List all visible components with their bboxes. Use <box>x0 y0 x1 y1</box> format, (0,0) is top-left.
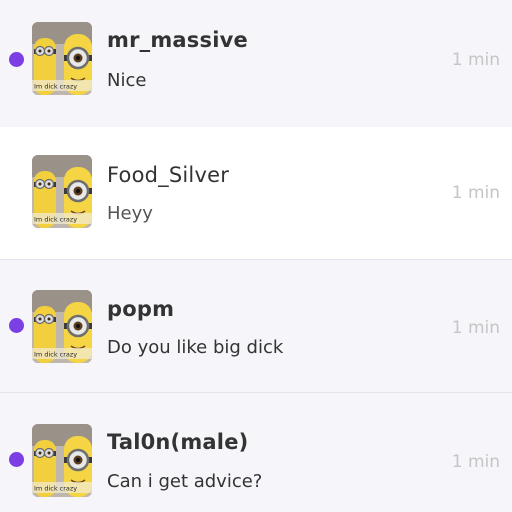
message-preview: Heyy <box>107 203 153 224</box>
minion-avatar-icon[interactable]: Im dick crazy <box>32 424 92 497</box>
conversation-list: Im dick crazy mr_massive Nice 1 min Im d… <box>0 0 512 512</box>
message-preview: Nice <box>107 70 147 91</box>
message-time: 1 min <box>451 50 500 70</box>
minion-avatar-icon[interactable]: Im dick crazy <box>32 22 92 95</box>
conversation-row-mr-massive[interactable]: Im dick crazy mr_massive Nice 1 min <box>0 0 512 133</box>
message-preview: Do you like big dick <box>107 337 284 358</box>
minion-avatar-icon[interactable]: Im dick crazy <box>32 155 92 228</box>
conversation-row-food-silver[interactable]: Im dick crazy Food_Silver Heyy 1 min <box>0 127 512 260</box>
unread-dot <box>9 52 24 67</box>
contact-name: Food_Silver <box>107 163 230 187</box>
message-preview: Can i get advice? <box>107 471 263 492</box>
contact-name: popm <box>107 297 175 321</box>
unread-dot <box>9 452 24 467</box>
message-time: 1 min <box>451 318 500 338</box>
message-time: 1 min <box>451 452 500 472</box>
conversation-row-popm[interactable]: Im dick crazy popm Do you like big dick … <box>0 260 512 393</box>
contact-name: mr_massive <box>107 28 248 52</box>
svg-text:Im dick crazy: Im dick crazy <box>34 485 77 493</box>
svg-text:Im dick crazy: Im dick crazy <box>34 216 77 224</box>
minion-avatar-icon[interactable]: Im dick crazy <box>32 290 92 363</box>
message-time: 1 min <box>451 183 500 203</box>
svg-text:Im dick crazy: Im dick crazy <box>34 83 77 91</box>
conversation-row-tal0n[interactable]: Im dick crazy Tal0n(male) Can i get advi… <box>0 393 512 512</box>
contact-name: Tal0n(male) <box>107 430 249 454</box>
svg-text:Im dick crazy: Im dick crazy <box>34 351 77 359</box>
unread-dot <box>9 318 24 333</box>
